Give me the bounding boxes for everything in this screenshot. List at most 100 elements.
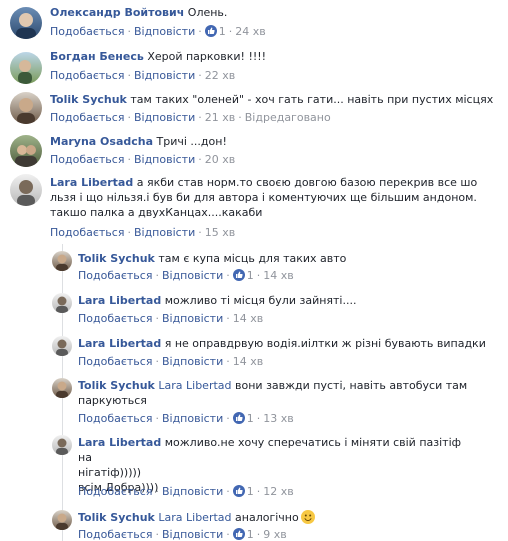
comment: Lara Libertad а якби став норм.то своєю …: [0, 172, 508, 244]
commenter-name[interactable]: Tolik Sychuk: [78, 252, 155, 265]
like-button[interactable]: Подобається: [50, 69, 124, 82]
reply-button[interactable]: Відповісти: [134, 69, 195, 82]
like-button[interactable]: Подобається: [78, 355, 152, 368]
commenter-name[interactable]: Tolik Sychuk: [78, 379, 155, 392]
reply-button[interactable]: Відповісти: [134, 25, 195, 38]
mention-link[interactable]: Lara Libertad: [158, 379, 231, 392]
comment-text-line: вони завжди пусті, навіть автобуси там: [235, 379, 468, 392]
reply-button[interactable]: Відповісти: [162, 485, 223, 498]
comment-text: там таких "оленей" - хоч гать гати... на…: [130, 93, 494, 106]
comment-text-line: нігатіф))))): [78, 466, 142, 479]
timestamp[interactable]: 15 хв: [205, 226, 236, 239]
reply: Tolik Sychuk там є купа місць для таких …: [0, 248, 508, 288]
person-photo: [56, 254, 68, 271]
timestamp[interactable]: 14 хв: [263, 269, 294, 282]
mention-link[interactable]: Lara Libertad: [158, 511, 231, 524]
reply-button[interactable]: Відповісти: [134, 111, 195, 124]
avatar[interactable]: [10, 135, 42, 167]
reply: Tolik Sychuk Lara Libertad аналогічно По…: [0, 507, 508, 541]
timestamp[interactable]: 13 хв: [263, 412, 294, 425]
timestamp[interactable]: 14 хв: [233, 312, 264, 325]
comment-text-line: паркуються: [78, 394, 147, 407]
timestamp[interactable]: 24 хв: [235, 25, 266, 38]
person-photo: [56, 381, 68, 398]
timestamp[interactable]: 22 хв: [205, 69, 236, 82]
like-button[interactable]: Подобається: [50, 153, 124, 166]
person-photo: [56, 438, 68, 455]
reply-button[interactable]: Відповісти: [134, 226, 195, 239]
like-button[interactable]: Подобається: [78, 312, 152, 325]
reply-button[interactable]: Відповісти: [162, 355, 223, 368]
timestamp[interactable]: 9 хв: [263, 528, 287, 541]
commenter-name[interactable]: Богдан Бенесь: [50, 50, 144, 63]
avatar[interactable]: [10, 52, 42, 84]
avatar[interactable]: [52, 378, 72, 398]
commenter-name[interactable]: Lara Libertad: [78, 436, 161, 449]
like-count[interactable]: 1: [247, 412, 254, 425]
edited-label[interactable]: Відредаговано: [245, 111, 331, 124]
like-button[interactable]: Подобається: [78, 485, 152, 498]
comment: Олександр Войтович Олень. Подобається · Ві…: [0, 0, 508, 42]
avatar[interactable]: [52, 251, 72, 271]
avatar[interactable]: [52, 293, 72, 313]
reply-button[interactable]: Відповісти: [134, 153, 195, 166]
comment-text-line: такшо палка а двухКанцах....какаби: [50, 206, 263, 219]
avatar[interactable]: [10, 92, 42, 124]
reply-button[interactable]: Відповісти: [162, 312, 223, 325]
like-button[interactable]: Подобається: [78, 412, 152, 425]
thumbs-up-icon[interactable]: [232, 528, 245, 540]
avatar[interactable]: [52, 435, 72, 455]
like-button[interactable]: Подобається: [50, 226, 124, 239]
comment-text: я не оправдрвую водія.иілтки ж різні був…: [164, 337, 486, 350]
thumbs-up-icon[interactable]: [232, 269, 245, 281]
commenter-name[interactable]: Lara Libertad: [50, 176, 133, 189]
person-photo: [17, 98, 35, 124]
reply: Lara Libertad можливо.не хочу сперечатис…: [0, 432, 508, 504]
reply: Lara Libertad я не оправдрвую водія.иілт…: [0, 333, 508, 373]
timestamp[interactable]: 12 хв: [263, 485, 294, 498]
comment: Богдан Бенесь Херой парковки! !!!! Подоб…: [0, 44, 508, 86]
person-photo: [17, 180, 35, 206]
like-count[interactable]: 1: [247, 269, 254, 282]
comment-text-line: льзя і що нільзя.і був би для автора і к…: [50, 191, 477, 204]
thumbs-up-icon[interactable]: [232, 485, 245, 497]
thumbs-up-icon[interactable]: [204, 25, 217, 37]
smile-emoji-icon: [300, 510, 315, 524]
like-count[interactable]: 1: [219, 25, 226, 38]
reply-button[interactable]: Відповісти: [162, 412, 223, 425]
timestamp[interactable]: 20 хв: [205, 153, 236, 166]
comment-text-line: а якби став норм.то своєю довгою базою п…: [136, 176, 478, 189]
like-button[interactable]: Подобається: [50, 111, 124, 124]
person-photo: [56, 513, 68, 530]
like-count[interactable]: 1: [247, 485, 254, 498]
like-button[interactable]: Подобається: [50, 25, 124, 38]
commenter-name[interactable]: Tolik Sychuk: [78, 511, 155, 524]
avatar[interactable]: [52, 510, 72, 530]
reply-button[interactable]: Відповісти: [162, 528, 223, 541]
comment-text: Тричі ...дон!: [156, 135, 227, 148]
reply-button[interactable]: Відповісти: [162, 269, 223, 282]
avatar[interactable]: [10, 7, 42, 39]
reply: Lara Libertad можливо ті місця були зайн…: [0, 290, 508, 330]
avatar[interactable]: [10, 174, 42, 206]
like-count[interactable]: 1: [247, 528, 254, 541]
timestamp[interactable]: 14 хв: [233, 355, 264, 368]
person-photo: [15, 145, 37, 167]
like-button[interactable]: Подобається: [78, 528, 152, 541]
comment-text: можливо ті місця були зайняті....: [164, 294, 357, 307]
timestamp[interactable]: 21 хв: [205, 111, 236, 124]
person-photo: [16, 13, 36, 39]
comment-text: там є купа місць для таких авто: [158, 252, 347, 265]
commenter-name[interactable]: Lara Libertad: [78, 337, 161, 350]
commenter-name[interactable]: Олександр Войтович: [50, 6, 184, 19]
commenter-name[interactable]: Tolik Sychuk: [50, 93, 127, 106]
person-photo: [18, 60, 32, 84]
like-button[interactable]: Подобається: [78, 269, 152, 282]
comment-text: Херой парковки! !!!!: [147, 50, 267, 63]
avatar[interactable]: [52, 336, 72, 356]
commenter-name[interactable]: Maryna Osadcha: [50, 135, 153, 148]
reply: Tolik Sychuk Lara Libertad вони завжди п…: [0, 375, 508, 430]
commenter-name[interactable]: Lara Libertad: [78, 294, 161, 307]
comment-text: Олень.: [187, 6, 228, 19]
thumbs-up-icon[interactable]: [232, 412, 245, 424]
